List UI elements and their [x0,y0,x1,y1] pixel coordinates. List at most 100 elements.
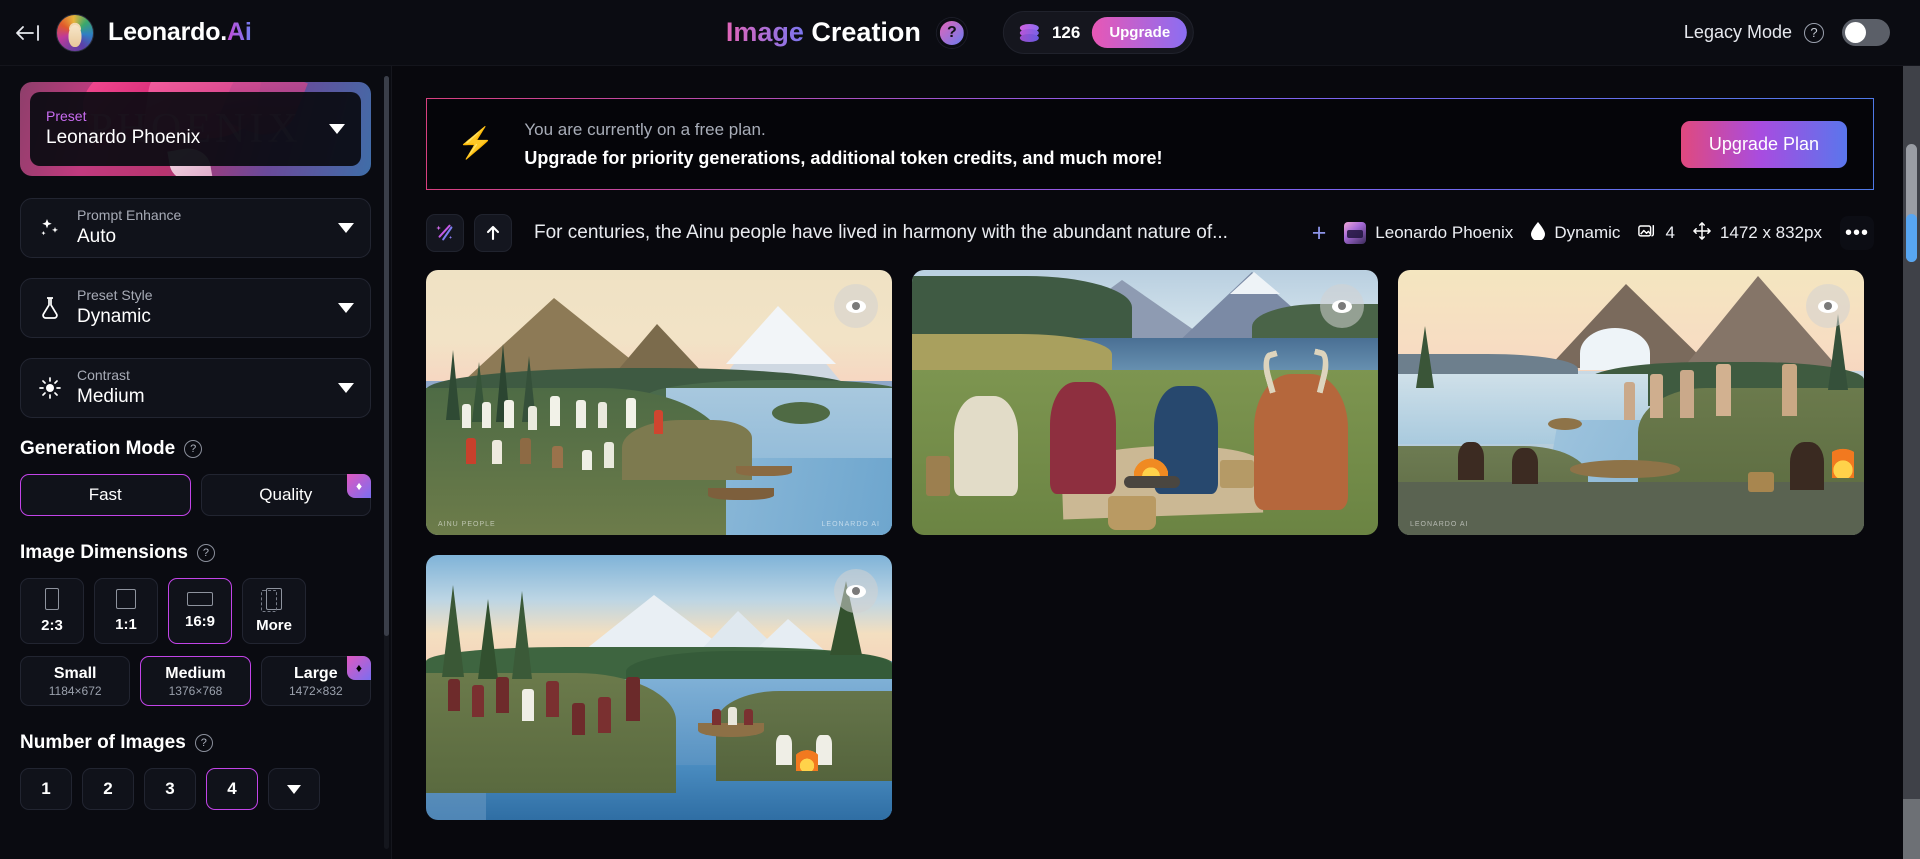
image-dimensions-title: Image Dimensions [20,542,188,563]
preset-style-field: Preset Style Dynamic [77,286,152,330]
top-bar-center: Image Creation ? 126 Upgrade [726,11,1195,54]
chevron-down-icon [287,784,301,794]
preview-eye-icon[interactable] [834,569,878,613]
brand-name: Leonardo.Ai [108,18,252,47]
tokens-icon [1019,23,1040,42]
preview-eye-icon[interactable] [1320,284,1364,328]
aspect-ratio-more-label: More [256,617,292,634]
meta-model[interactable]: Leonardo Phoenix [1344,222,1513,244]
results-grid: AINU PEOPLE LEONARDO AI LEONARDO AI [426,270,1874,820]
page-scrollbar-corner [1903,799,1920,859]
result-image-1-watermark-left: AINU PEOPLE [438,521,496,528]
result-image-4[interactable] [426,555,892,820]
number-of-images-4-button[interactable]: 4 [206,768,258,810]
generation-mode-header: Generation Mode ? [20,438,371,460]
top-bar-right: Legacy Mode ? [1684,19,1920,46]
sidebar-scrollbar-thumb[interactable] [384,76,389,636]
premium-gem-icon: ♦ [346,656,371,680]
number-of-images-header: Number of Images ? [20,732,371,754]
contrast-label: Contrast [77,367,130,383]
free-plan-banner-line2: Upgrade for priority generations, additi… [524,148,1163,168]
number-of-images-3-button[interactable]: 3 [144,768,196,810]
number-of-images-1-button[interactable]: 1 [20,768,72,810]
sidebar-scrollbar-track[interactable] [384,76,389,849]
preset-style-label: Preset Style [77,287,153,303]
number-of-images-options: 1 2 3 4 [20,768,371,810]
page-scrollbar-thumb[interactable] [1906,144,1917,262]
add-icon[interactable]: + [1312,220,1327,246]
prompt-enhance-label: Prompt Enhance [77,207,182,223]
number-of-images-2-button[interactable]: 2 [82,768,134,810]
prompt-text[interactable]: For centuries, the Ainu people have live… [534,222,1228,244]
body: PHOENIX Preset Leonardo Phoenix Prompt E… [0,66,1920,859]
image-size-medium-label: Medium [165,664,226,682]
upgrade-chip-button[interactable]: Upgrade [1092,17,1188,48]
image-size-small-button[interactable]: Small 1184×672 [20,656,131,706]
result-image-2-art [912,270,1378,535]
image-size-medium-button[interactable]: Medium 1376×768 [140,656,251,706]
more-options-icon[interactable]: ••• [1840,216,1874,250]
image-dimensions-header: Image Dimensions ? [20,542,371,564]
upgrade-plan-button[interactable]: Upgrade Plan [1680,120,1847,168]
generation-header-row: For centuries, the Ainu people have live… [426,214,1874,252]
result-image-1-art: AINU PEOPLE LEONARDO AI [426,270,892,535]
meta-image-count[interactable]: 4 [1638,222,1675,244]
page-title: Image Creation [726,17,921,48]
preview-eye-icon[interactable] [1806,284,1850,328]
aspect-ratio-1-1-button[interactable]: 1:1 [94,578,158,644]
legacy-mode-label: Legacy Mode [1683,22,1792,42]
sun-icon [37,376,63,400]
meta-style[interactable]: Dynamic [1531,221,1620,245]
image-size-options: Small 1184×672 Medium 1376×768 Large 147… [20,656,371,706]
token-balance-pill[interactable]: 126 Upgrade [1002,11,1195,54]
page-scrollbar-track[interactable] [1903,66,1920,859]
aspect-ratio-2-3-label: 2:3 [41,617,63,634]
page-help-icon[interactable]: ? [936,17,967,48]
main-content: ⚡ You are currently on a free plan. Upgr… [392,66,1920,859]
page-title-main: Creation [811,17,921,47]
image-dimensions-help-icon[interactable]: ? [196,544,215,562]
free-plan-banner-line1: You are currently on a free plan. [524,120,766,139]
top-bar: Leonardo.Ai Image Creation ? 126 Upgrade… [0,0,1920,66]
generation-mode-quality-button[interactable]: Quality ♦ [200,474,371,516]
sparkles-icon [37,216,63,240]
image-size-medium-dims: 1376×768 [168,683,223,698]
aspect-ratio-2-3-button[interactable]: 2:3 [20,578,84,644]
result-image-3-watermark-left: LEONARDO AI [1410,521,1469,528]
meta-resolution[interactable]: 1472 x 832px [1693,221,1822,245]
collapse-sidebar-icon[interactable] [14,19,42,47]
generation-mode-fast-button[interactable]: Fast [20,474,191,516]
landscape-rect-icon [187,592,213,606]
contrast-selector[interactable]: Contrast Medium [20,358,371,418]
premium-gem-icon: ♦ [347,474,371,498]
legacy-mode-help-icon[interactable]: ? [1804,22,1824,43]
image-size-large-button[interactable]: Large 1472×832 ♦ [260,656,371,706]
chevron-down-icon [338,303,354,313]
aspect-ratio-16-9-button[interactable]: 16:9 [168,578,232,644]
preset-style-selector[interactable]: Preset Style Dynamic [20,278,371,338]
preview-eye-icon[interactable] [834,284,878,328]
result-image-3[interactable]: LEONARDO AI [1398,270,1864,535]
number-of-images-more-button[interactable] [268,768,320,810]
contrast-field: Contrast Medium [77,366,145,410]
image-size-large-dims: 1472×832 [288,683,343,698]
image-size-small-label: Small [53,664,97,682]
result-image-2[interactable] [912,270,1378,535]
aspect-ratio-more-button[interactable]: More [242,578,306,644]
generation-mode-help-icon[interactable]: ? [184,440,203,458]
prompt-enhance-selector[interactable]: Prompt Enhance Auto [20,198,371,258]
number-of-images-help-icon[interactable]: ? [194,734,213,752]
leonardo-logo-icon [56,13,94,52]
free-plan-banner-text: You are currently on a free plan. Upgrad… [524,116,1162,172]
meta-resolution-value: 1472 x 832px [1719,223,1822,242]
legacy-mode-toggle[interactable] [1842,19,1890,46]
resize-move-icon [1693,221,1711,245]
preset-selector[interactable]: PHOENIX Preset Leonardo Phoenix [20,82,371,176]
magic-wand-icon[interactable] [426,214,464,252]
upload-arrow-icon[interactable] [474,214,512,252]
brand-suffix-text: Ai [227,18,252,46]
preset-selector-inner: Preset Leonardo Phoenix [30,92,361,166]
settings-sidebar: PHOENIX Preset Leonardo Phoenix Prompt E… [0,66,392,859]
result-image-1[interactable]: AINU PEOPLE LEONARDO AI [426,270,892,535]
free-plan-banner: ⚡ You are currently on a free plan. Upgr… [426,98,1874,190]
